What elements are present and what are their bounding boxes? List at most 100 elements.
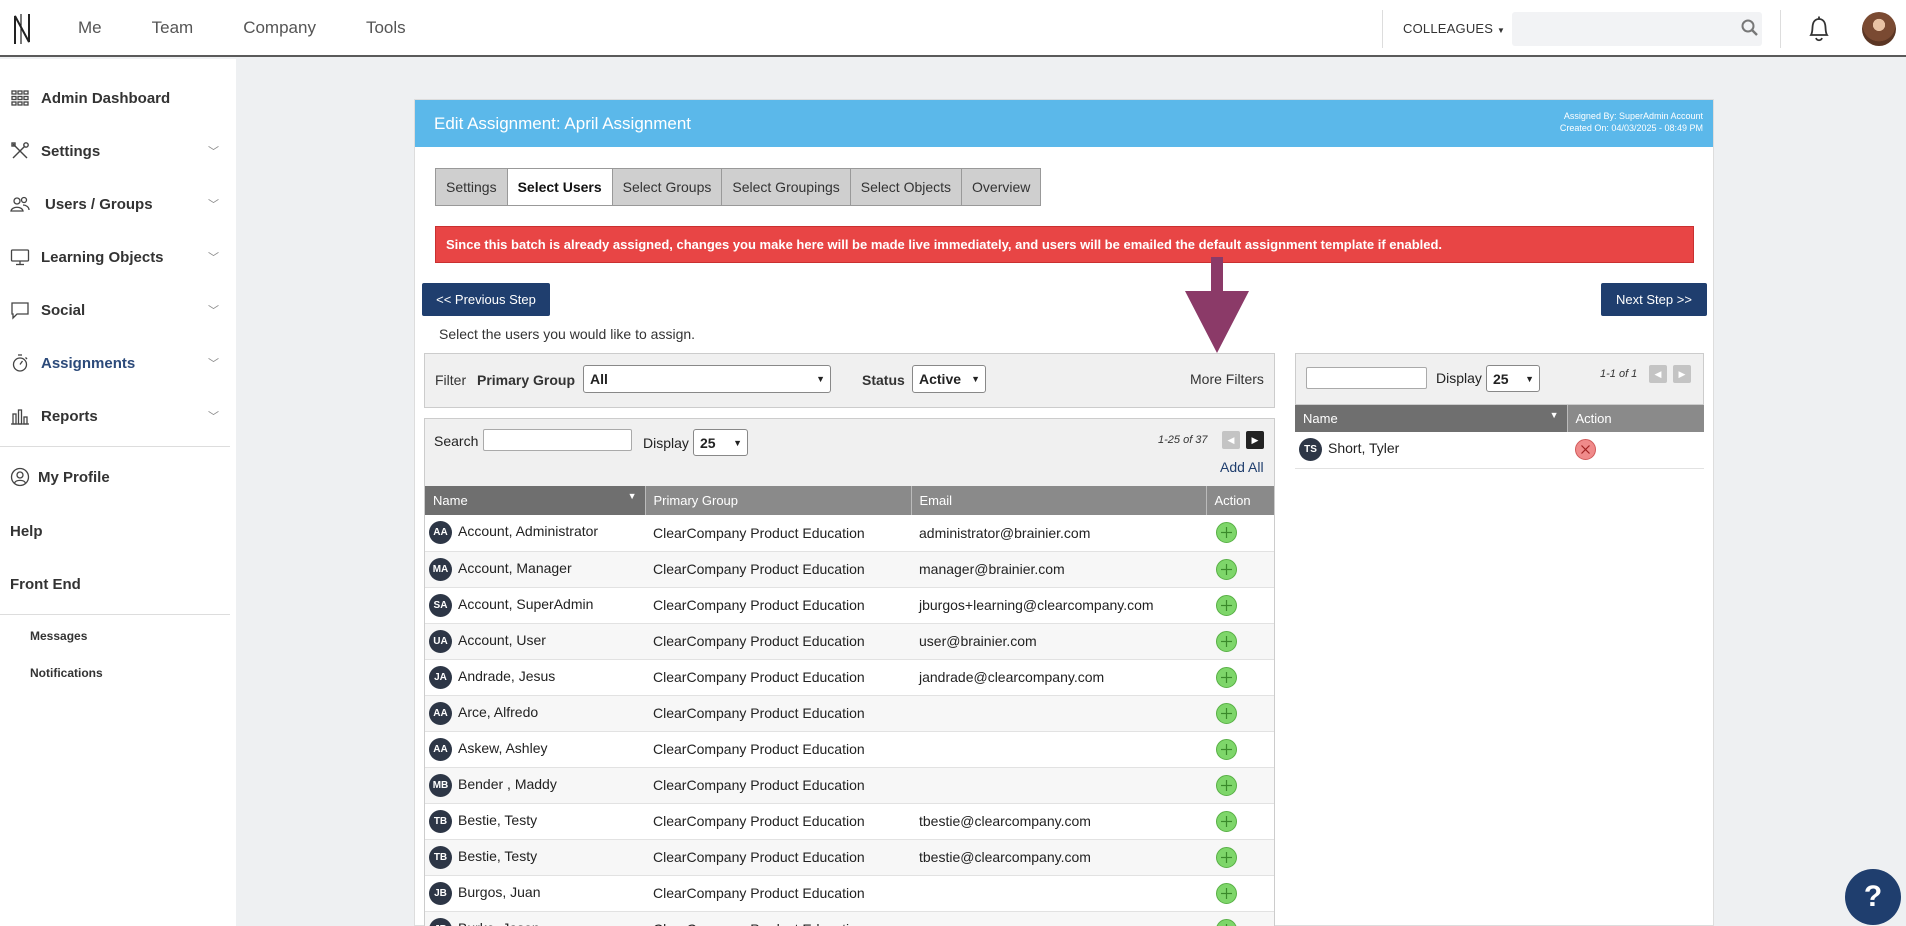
column-name[interactable]: Name ▼ xyxy=(1295,405,1568,432)
cell-primary-group: ClearCompany Product Education xyxy=(645,875,911,912)
add-user-button[interactable] xyxy=(1216,702,1237,724)
add-user-button[interactable] xyxy=(1216,558,1237,580)
assignment-meta: Assigned By: SuperAdmin Account Created … xyxy=(1560,110,1703,134)
sidebar-item-assignments[interactable]: Assignments ﹀ xyxy=(0,343,236,383)
status-select[interactable]: Active ▼ xyxy=(912,365,986,393)
cell-email: manager@brainier.com xyxy=(911,551,1206,588)
add-user-button[interactable] xyxy=(1216,810,1237,832)
plus-icon xyxy=(1221,887,1232,899)
sidebar-item-social[interactable]: Social ﹀ xyxy=(0,290,236,330)
cell-action xyxy=(1206,803,1274,840)
brand-logo-icon[interactable] xyxy=(12,12,32,46)
sidebar-item-reports[interactable]: Reports ﹀ xyxy=(0,396,236,436)
add-user-button[interactable] xyxy=(1216,738,1237,760)
more-filters-link[interactable]: More Filters xyxy=(1190,371,1264,387)
user-name: Bender , Maddy xyxy=(458,775,557,792)
cell-name: TB Bestie, Testy xyxy=(425,803,645,840)
user-name: Burke, Jason xyxy=(458,920,540,926)
selected-display-select[interactable]: 25 ▼ xyxy=(1486,365,1540,392)
nav-tools[interactable]: Tools xyxy=(366,18,406,38)
sidebar-item-front-end[interactable]: Front End xyxy=(10,576,81,593)
chevron-down-icon: ﹀ xyxy=(208,358,219,370)
column-name[interactable]: Name ▼ xyxy=(425,486,646,515)
avatar: MB xyxy=(429,773,452,797)
plus-icon xyxy=(1221,671,1232,683)
chevron-down-icon: ▼ xyxy=(971,374,980,384)
sidebar-item-learning-objects[interactable]: Learning Objects ﹀ xyxy=(0,237,236,277)
selected-search-input[interactable] xyxy=(1306,367,1427,389)
chevron-down-icon: ﹀ xyxy=(208,199,219,211)
add-user-button[interactable] xyxy=(1216,846,1237,868)
nav-company[interactable]: Company xyxy=(243,18,316,38)
cell-primary-group: ClearCompany Product Education xyxy=(645,695,911,732)
cell-action xyxy=(1206,839,1274,876)
user-search-input[interactable] xyxy=(483,429,632,451)
tab-select-objects[interactable]: Select Objects xyxy=(850,169,963,205)
remove-user-button[interactable] xyxy=(1575,439,1596,461)
sidebar-item-users-groups[interactable]: Users / Groups ﹀ xyxy=(0,184,236,224)
selected-prev-page-button[interactable]: ◀ xyxy=(1649,365,1667,383)
add-user-button[interactable] xyxy=(1216,774,1237,796)
table-row: AA Arce, Alfredo ClearCompany Product Educ… xyxy=(425,695,1274,732)
sidebar-item-settings[interactable]: Settings ﹀ xyxy=(0,131,236,171)
cell-email: jandrade@clearcompany.com xyxy=(911,659,1206,696)
sidebar-item-help[interactable]: Help xyxy=(10,523,43,540)
tab-select-groups[interactable]: Select Groups xyxy=(612,169,723,205)
stopwatch-icon xyxy=(12,354,28,372)
tab-overview[interactable]: Overview xyxy=(962,169,1041,205)
instructions-text: Select the users you would like to assig… xyxy=(439,326,696,342)
nav-team[interactable]: Team xyxy=(152,18,194,38)
colleagues-dropdown[interactable]: COLLEAGUES ▼ xyxy=(1403,21,1505,36)
primary-group-select[interactable]: All ▼ xyxy=(583,365,831,393)
add-user-button[interactable] xyxy=(1216,882,1237,904)
global-search-input[interactable] xyxy=(1512,12,1762,46)
page-title: Edit Assignment: April Assignment xyxy=(434,114,692,133)
sidebar-item-messages[interactable]: Messages xyxy=(30,629,87,643)
tab-settings[interactable]: Settings xyxy=(436,169,508,205)
chevron-down-icon: ﹀ xyxy=(208,305,219,317)
add-user-button[interactable] xyxy=(1216,918,1237,926)
next-step-button[interactable]: Next Step >> xyxy=(1601,283,1707,316)
cell-name: TS Short, Tyler xyxy=(1295,432,1567,469)
chevron-down-icon: ﹀ xyxy=(208,146,219,158)
add-user-button[interactable] xyxy=(1216,522,1237,544)
add-all-link[interactable]: Add All xyxy=(1220,459,1264,475)
help-button[interactable]: ? xyxy=(1845,869,1901,925)
add-user-button[interactable] xyxy=(1216,594,1237,616)
tab-select-users[interactable]: Select Users xyxy=(507,169,613,205)
sidebar-item-my-profile[interactable]: My Profile xyxy=(0,457,236,497)
filter-bar: Filter Primary Group All ▼ Status Active… xyxy=(424,353,1275,408)
sidebar-item-label: Learning Objects xyxy=(41,248,164,266)
topbar-divider xyxy=(1780,10,1781,48)
cell-primary-group: ClearCompany Product Education xyxy=(645,911,911,926)
column-email[interactable]: Email xyxy=(911,486,1207,515)
column-primary-group[interactable]: Primary Group xyxy=(645,486,912,515)
nav-me[interactable]: Me xyxy=(78,18,102,38)
display-count-select[interactable]: 25 ▼ xyxy=(693,429,748,456)
table-row: AA Askew, Ashley ClearCompany Product Educ… xyxy=(425,731,1274,768)
previous-step-button[interactable]: << Previous Step xyxy=(422,283,550,316)
add-user-button[interactable] xyxy=(1216,666,1237,688)
prev-page-button[interactable]: ◀ xyxy=(1222,431,1240,449)
column-label: Name xyxy=(433,493,468,508)
user-name: Arce, Alfredo xyxy=(458,703,539,720)
cell-name: JB Burgos, Juan xyxy=(425,875,645,912)
chevron-down-icon: ﹀ xyxy=(208,252,219,264)
chevron-down-icon: ﹀ xyxy=(208,411,219,423)
add-user-button[interactable] xyxy=(1216,630,1237,652)
tab-select-groupings[interactable]: Select Groupings xyxy=(722,169,851,205)
search-icon[interactable] xyxy=(1740,18,1760,38)
bell-icon[interactable] xyxy=(1806,15,1832,43)
sidebar-item-admin-dashboard[interactable]: Admin Dashboard xyxy=(0,78,236,118)
cell-email: user@brainier.com xyxy=(911,623,1206,660)
selected-next-page-button[interactable]: ▶ xyxy=(1673,365,1691,383)
cell-action xyxy=(1206,875,1274,912)
user-avatar[interactable] xyxy=(1862,12,1896,46)
sidebar-item-notifications[interactable]: Notifications xyxy=(30,666,103,680)
created-on: Created On: 04/03/2025 - 08:49 PM xyxy=(1559,123,1703,133)
next-page-button[interactable]: ▶ xyxy=(1246,431,1264,449)
sidebar-item-label: Users / Groups xyxy=(45,195,153,213)
plus-icon xyxy=(1221,707,1232,719)
plus-icon xyxy=(1225,923,1228,926)
caret-right-icon: ▶ xyxy=(1678,368,1686,379)
